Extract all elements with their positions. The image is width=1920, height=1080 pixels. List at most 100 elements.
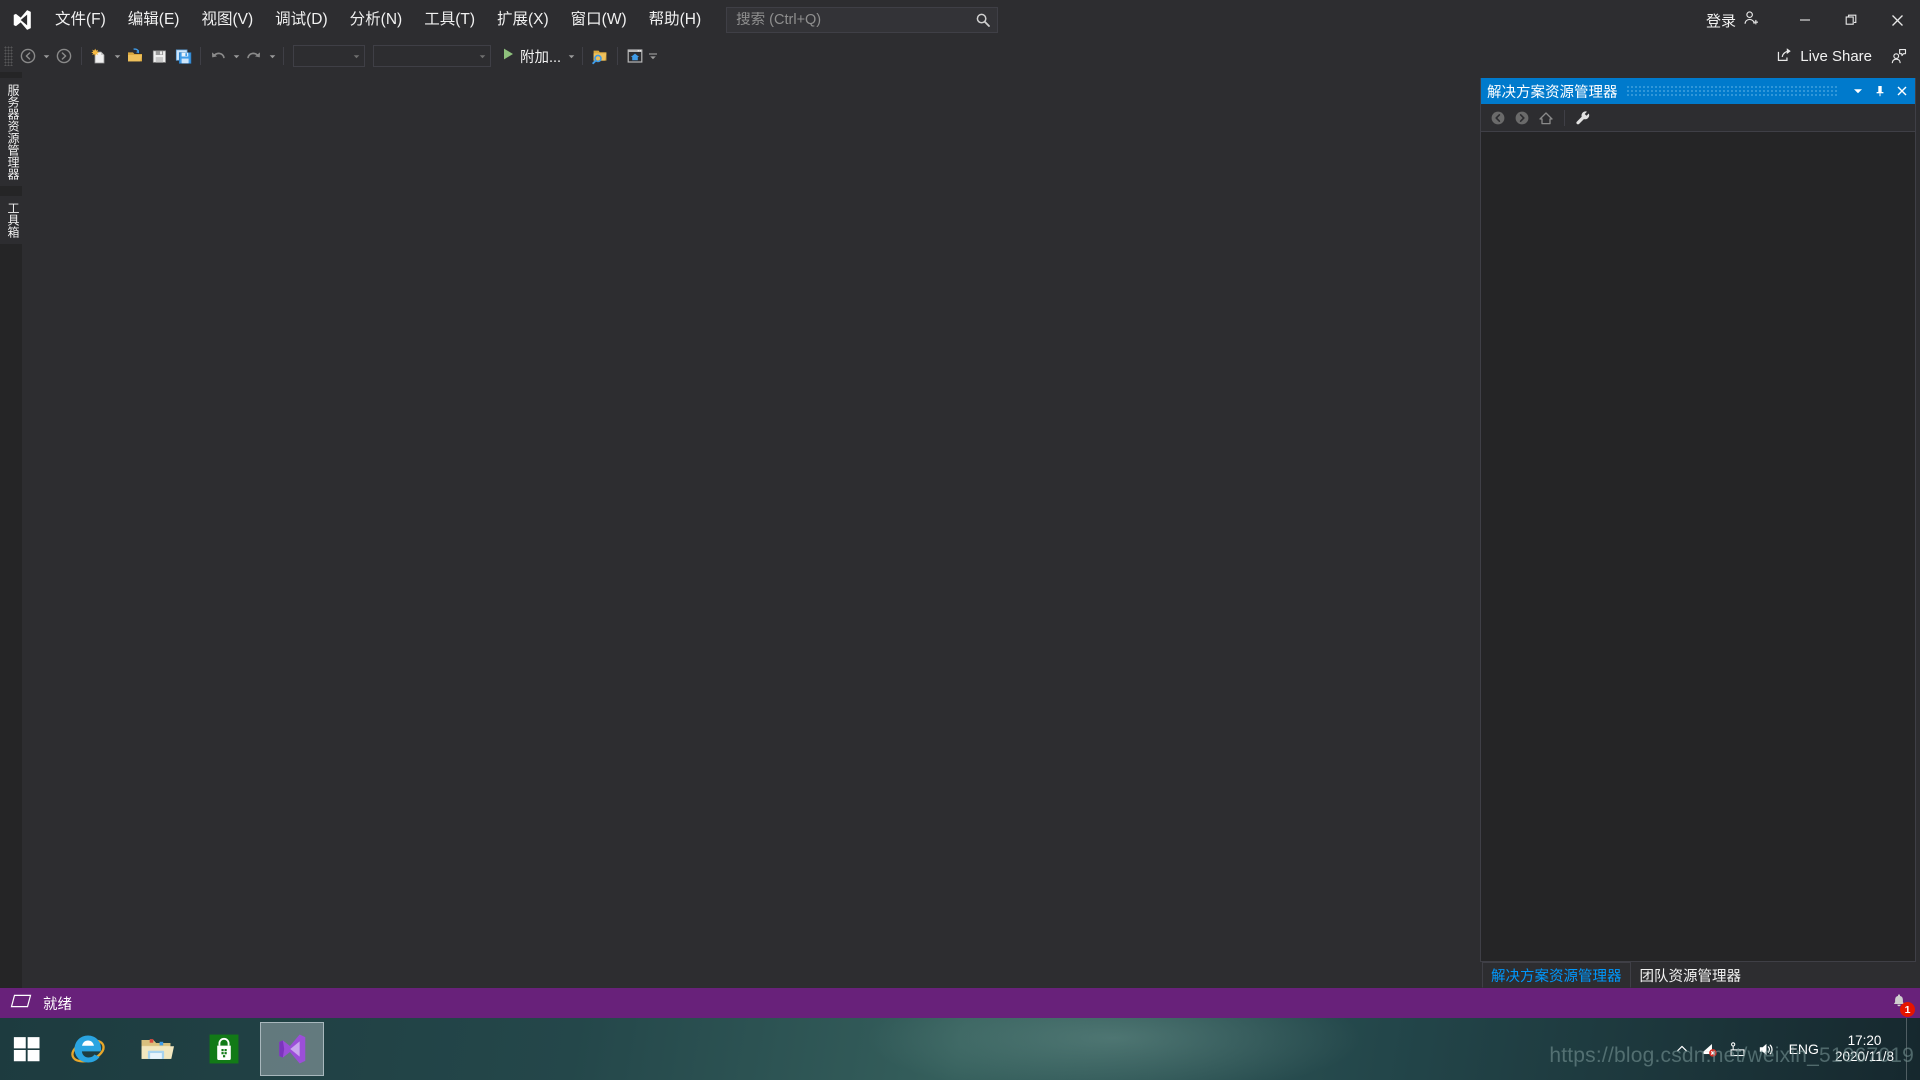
- notification-bell-button[interactable]: 1: [1888, 992, 1915, 1017]
- new-file-button[interactable]: [87, 44, 111, 68]
- menu-tools[interactable]: 工具(T): [413, 0, 486, 40]
- home-icon[interactable]: [1535, 107, 1557, 129]
- navigate-forward-button[interactable]: [52, 44, 76, 68]
- sign-in-label: 登录: [1705, 12, 1736, 30]
- play-icon: [501, 47, 515, 66]
- screen: 文件(F) 编辑(E) 视图(V) 调试(D) 分析(N) 工具(T) 扩展(X…: [0, 0, 1920, 1080]
- toolbar-grip[interactable]: [4, 46, 13, 66]
- chevron-up-icon[interactable]: [1669, 1029, 1695, 1069]
- right-dock-tabs: 解决方案资源管理器 团队资源管理器: [1480, 962, 1916, 988]
- folder-search-button[interactable]: [588, 44, 612, 68]
- status-bar-left: 就绪: [10, 993, 72, 1014]
- show-desktop-button[interactable]: [1906, 1018, 1914, 1080]
- attach-label: 附加...: [520, 49, 562, 66]
- visual-studio-window: 文件(F) 编辑(E) 视图(V) 调试(D) 分析(N) 工具(T) 扩展(X…: [0, 0, 1920, 1018]
- minimize-button[interactable]: [1782, 0, 1828, 40]
- main-menu: 文件(F) 编辑(E) 视图(V) 调试(D) 分析(N) 工具(T) 扩展(X…: [44, 0, 712, 40]
- undo-button[interactable]: [206, 44, 230, 68]
- clock-time: 17:20: [1847, 1032, 1882, 1048]
- redo-button[interactable]: [242, 44, 266, 68]
- toolbar-separator: [582, 47, 584, 65]
- person-add-icon: [1743, 10, 1760, 31]
- attach-run-button[interactable]: 附加...: [495, 44, 565, 68]
- menu-view[interactable]: 视图(V): [190, 0, 264, 40]
- panel-toolbar-separator: [1564, 109, 1565, 126]
- status-text: 就绪: [43, 996, 72, 1013]
- taskbar-app-file-explorer[interactable]: [122, 1018, 190, 1080]
- navigate-back-dropdown[interactable]: [40, 44, 52, 68]
- taskbar-app-internet-explorer[interactable]: [54, 1018, 122, 1080]
- standard-toolbar: 附加... Live Share: [0, 40, 1920, 72]
- forward-arrow-icon[interactable]: [1511, 107, 1533, 129]
- menu-analyze[interactable]: 分析(N): [339, 0, 414, 40]
- panel-drag-handle[interactable]: [1625, 86, 1839, 96]
- title-bar: 文件(F) 编辑(E) 视图(V) 调试(D) 分析(N) 工具(T) 扩展(X…: [0, 0, 1920, 40]
- left-dock-strip: 服务器资源管理器 工具箱: [0, 72, 22, 988]
- save-all-button[interactable]: [171, 44, 195, 68]
- solution-platform-combo[interactable]: [373, 45, 491, 67]
- restore-button[interactable]: [1828, 0, 1874, 40]
- search-input[interactable]: [736, 12, 976, 28]
- ready-parallelogram-icon: [10, 993, 32, 1014]
- close-icon[interactable]: [1891, 79, 1913, 103]
- sidebar-item-server-explorer[interactable]: 服务器资源管理器: [0, 78, 22, 186]
- network-disconnected-icon[interactable]: [1697, 1029, 1723, 1069]
- title-bar-right-controls: 登录: [1696, 0, 1920, 40]
- quick-launch-search[interactable]: [726, 7, 999, 33]
- taskbar-app-visual-studio[interactable]: [260, 1022, 324, 1076]
- undo-dropdown[interactable]: [230, 44, 242, 68]
- status-bar-right: 1: [1888, 988, 1915, 1018]
- menu-window[interactable]: 窗口(W): [560, 0, 638, 40]
- desktop-wallpaper: ENG 17:20 2020/11/8 https://blog.csdn.ne…: [0, 1018, 1920, 1080]
- input-indicator-icon[interactable]: [1725, 1029, 1751, 1069]
- menu-help[interactable]: 帮助(H): [638, 0, 713, 40]
- right-dock: 解决方案资源管理器 解决方案资源管理器 团队资源管理器: [1480, 72, 1920, 988]
- toolbar-separator: [81, 47, 82, 65]
- windows-start-icon[interactable]: [0, 1018, 54, 1080]
- window-controls: [1782, 0, 1920, 40]
- status-bar: 就绪 1: [0, 988, 1920, 1018]
- back-arrow-icon[interactable]: [1487, 107, 1509, 129]
- language-indicator[interactable]: ENG: [1781, 1029, 1827, 1069]
- chevron-down-icon[interactable]: [1847, 79, 1869, 103]
- menu-debug[interactable]: 调试(D): [264, 0, 339, 40]
- solution-configuration-combo[interactable]: [293, 45, 365, 67]
- attach-dropdown[interactable]: [565, 44, 577, 68]
- tab-solution-explorer[interactable]: 解决方案资源管理器: [1482, 962, 1631, 988]
- new-file-dropdown[interactable]: [111, 44, 123, 68]
- solution-explorer-panel: 解决方案资源管理器: [1480, 78, 1916, 962]
- menu-edit[interactable]: 编辑(E): [117, 0, 191, 40]
- send-feedback-button[interactable]: [1884, 43, 1912, 69]
- tab-team-explorer[interactable]: 团队资源管理器: [1631, 962, 1751, 988]
- pin-icon[interactable]: [1869, 79, 1891, 103]
- toolbar-right-controls: Live Share: [1768, 40, 1912, 72]
- menu-extensions[interactable]: 扩展(X): [486, 0, 560, 40]
- save-button[interactable]: [147, 44, 171, 68]
- clock[interactable]: 17:20 2020/11/8: [1829, 1029, 1904, 1069]
- wrench-icon[interactable]: [1572, 107, 1594, 129]
- toolbar-overflow-button[interactable]: [647, 44, 659, 68]
- navigate-back-button[interactable]: [16, 44, 40, 68]
- search-icon: [975, 12, 991, 28]
- toolbar-separator: [283, 47, 284, 65]
- editor-area-empty: [22, 72, 1480, 988]
- solution-explorer-content[interactable]: [1481, 132, 1915, 961]
- system-tray: ENG 17:20 2020/11/8: [1669, 1018, 1920, 1080]
- panel-title: 解决方案资源管理器: [1487, 84, 1618, 101]
- solution-explorer-header: 解决方案资源管理器: [1481, 78, 1915, 104]
- live-share-label: Live Share: [1800, 47, 1872, 65]
- window-home-button[interactable]: [623, 44, 647, 68]
- open-folder-button[interactable]: [123, 44, 147, 68]
- redo-dropdown[interactable]: [266, 44, 278, 68]
- menu-file[interactable]: 文件(F): [44, 0, 117, 40]
- workspace-body: 服务器资源管理器 工具箱 解决方案资源管理器 解决方案资源管理器 团队资源管理器: [0, 72, 1920, 988]
- taskbar-app-microsoft-store[interactable]: [190, 1018, 258, 1080]
- toolbar-separator: [617, 47, 619, 65]
- windows-taskbar: ENG 17:20 2020/11/8: [0, 1018, 1920, 1080]
- live-share-button[interactable]: Live Share: [1768, 43, 1880, 69]
- sign-in-button[interactable]: 登录: [1696, 5, 1770, 35]
- share-icon: [1776, 46, 1793, 67]
- close-button[interactable]: [1874, 0, 1920, 40]
- volume-icon[interactable]: [1753, 1029, 1779, 1069]
- sidebar-item-toolbox[interactable]: 工具箱: [0, 196, 22, 244]
